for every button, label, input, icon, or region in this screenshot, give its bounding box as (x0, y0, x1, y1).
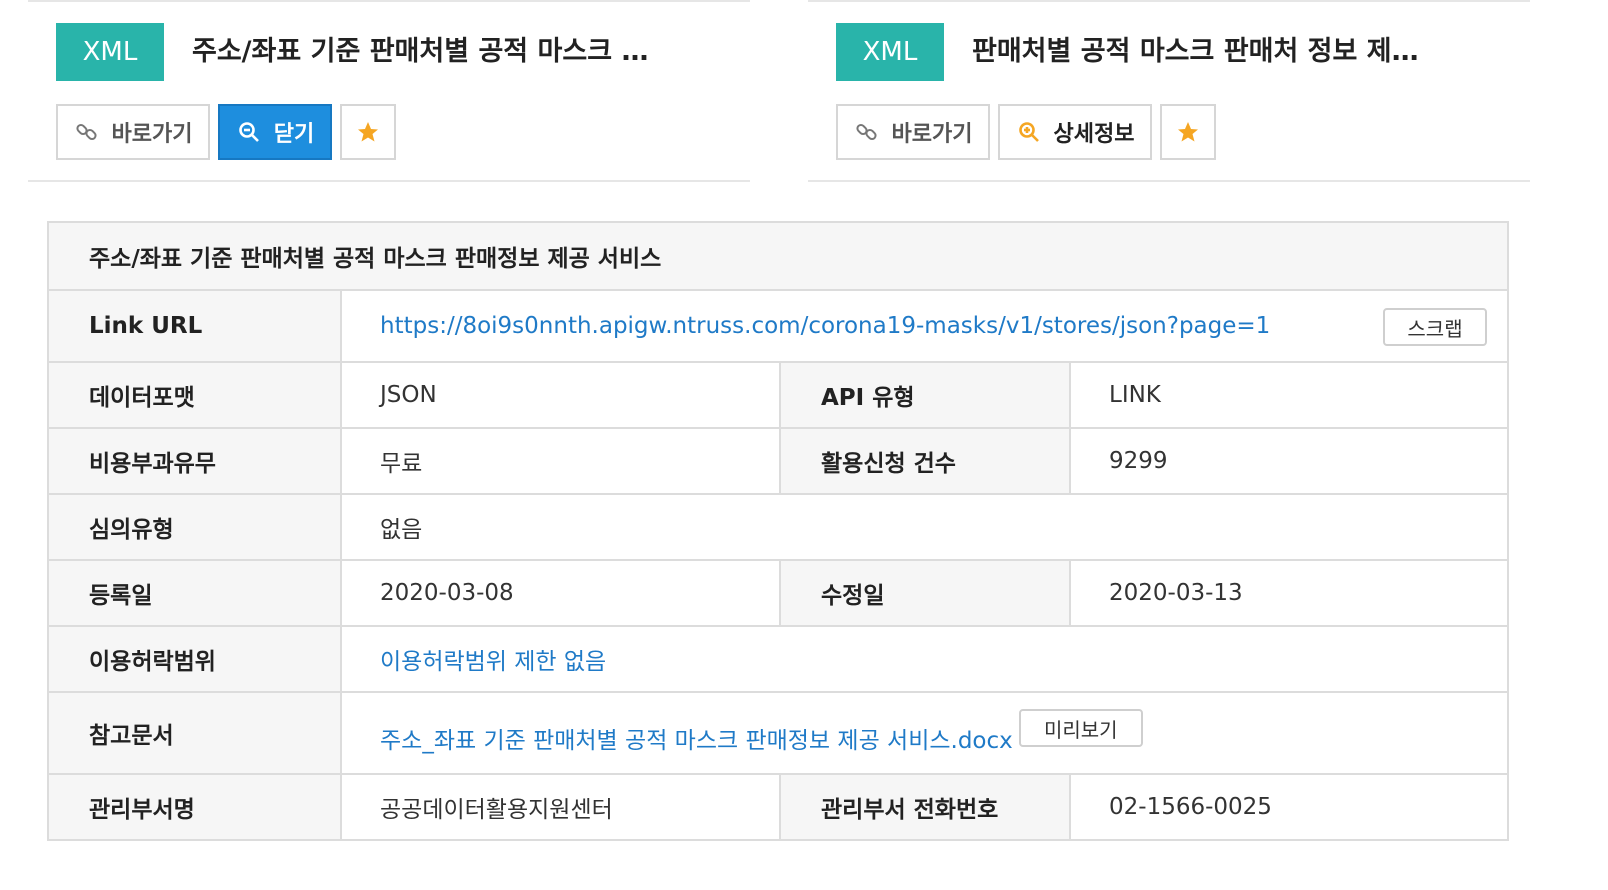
scrap-button[interactable]: 스크랩 (1383, 308, 1487, 346)
row-value: 공공데이터활용지원센터 (380, 797, 613, 823)
row-label: 데이터포맷 (49, 363, 342, 427)
format-badge: XML (836, 23, 944, 81)
row-label: 비용부과유무 (49, 429, 342, 493)
row-value: 2020-03-13 (1109, 580, 1243, 606)
favorite-button[interactable] (340, 104, 396, 160)
shortcut-label: 바로가기 (111, 122, 193, 147)
table-row: 관리부서명 공공데이터활용지원센터 관리부서 전화번호 02-1566-0025 (49, 775, 1507, 839)
table-row: 등록일 2020-03-08 수정일 2020-03-13 (49, 561, 1507, 627)
table-row: 비용부과유무 무료 활용신청 건수 9299 (49, 429, 1507, 495)
detail-button[interactable]: 상세정보 (998, 104, 1152, 160)
link-url[interactable]: https://8oi9s0nnth.apigw.ntruss.com/coro… (380, 313, 1270, 339)
favorite-button[interactable] (1160, 104, 1216, 160)
row-value: 02-1566-0025 (1109, 794, 1272, 820)
close-button[interactable]: 닫기 (218, 104, 332, 160)
row-value: LINK (1109, 382, 1161, 408)
row-value: JSON (380, 382, 437, 408)
dataset-title[interactable]: 판매처별 공적 마스크 판매처 정보 제… (972, 30, 1472, 74)
link-icon (854, 119, 880, 145)
reference-doc-link[interactable]: 주소_좌표 기준 판매처별 공적 마스크 판매정보 제공 서비스.docx (380, 721, 1013, 755)
row-label: API 유형 (779, 363, 1071, 427)
shortcut-button[interactable]: 바로가기 (836, 104, 990, 160)
row-label: 이용허락범위 (49, 627, 342, 691)
star-icon (1175, 119, 1201, 145)
row-value: 주소_좌표 기준 판매처별 공적 마스크 판매정보 제공 서비스.docx 미리… (342, 693, 1507, 773)
close-label: 닫기 (273, 122, 315, 147)
table-row: Link URL https://8oi9s0nnth.apigw.ntruss… (49, 291, 1507, 363)
row-label: 수정일 (779, 561, 1071, 625)
zoom-in-icon (1016, 119, 1042, 145)
zoom-out-icon (236, 119, 262, 145)
row-label: 등록일 (49, 561, 342, 625)
license-link[interactable]: 이용허락범위 제한 없음 (380, 642, 606, 676)
star-icon (355, 119, 381, 145)
detail-table: 주소/좌표 기준 판매처별 공적 마스크 판매정보 제공 서비스 Link UR… (47, 221, 1509, 841)
dataset-card-left: XML 주소/좌표 기준 판매처별 공적 마스크 … 바로가기 닫기 (28, 0, 750, 182)
row-label: 활용신청 건수 (779, 429, 1071, 493)
table-row: 데이터포맷 JSON API 유형 LINK (49, 363, 1507, 429)
shortcut-label: 바로가기 (891, 122, 973, 147)
dataset-card-right: XML 판매처별 공적 마스크 판매처 정보 제… 바로가기 상세정보 (808, 0, 1530, 182)
detail-label: 상세정보 (1053, 122, 1135, 147)
row-label: 관리부서 전화번호 (779, 775, 1071, 839)
shortcut-button[interactable]: 바로가기 (56, 104, 210, 160)
format-badge: XML (56, 23, 164, 81)
preview-button[interactable]: 미리보기 (1018, 709, 1143, 747)
row-value: 9299 (1109, 448, 1168, 474)
row-label: 심의유형 (49, 495, 342, 559)
dataset-title[interactable]: 주소/좌표 기준 판매처별 공적 마스크 … (192, 30, 692, 74)
row-value: 무료 (380, 451, 423, 477)
detail-table-title: 주소/좌표 기준 판매처별 공적 마스크 판매정보 제공 서비스 (49, 223, 1507, 291)
row-value: 없음 (380, 517, 423, 543)
table-row: 참고문서 주소_좌표 기준 판매처별 공적 마스크 판매정보 제공 서비스.do… (49, 693, 1507, 775)
row-label: Link URL (49, 291, 342, 361)
row-value: https://8oi9s0nnth.apigw.ntruss.com/coro… (342, 291, 1507, 361)
link-icon (74, 119, 100, 145)
row-label: 관리부서명 (49, 775, 342, 839)
row-label: 참고문서 (49, 693, 342, 773)
table-row: 심의유형 없음 (49, 495, 1507, 561)
row-value: 이용허락범위 제한 없음 (342, 627, 1507, 691)
table-row: 이용허락범위 이용허락범위 제한 없음 (49, 627, 1507, 693)
row-value: 2020-03-08 (380, 580, 514, 606)
